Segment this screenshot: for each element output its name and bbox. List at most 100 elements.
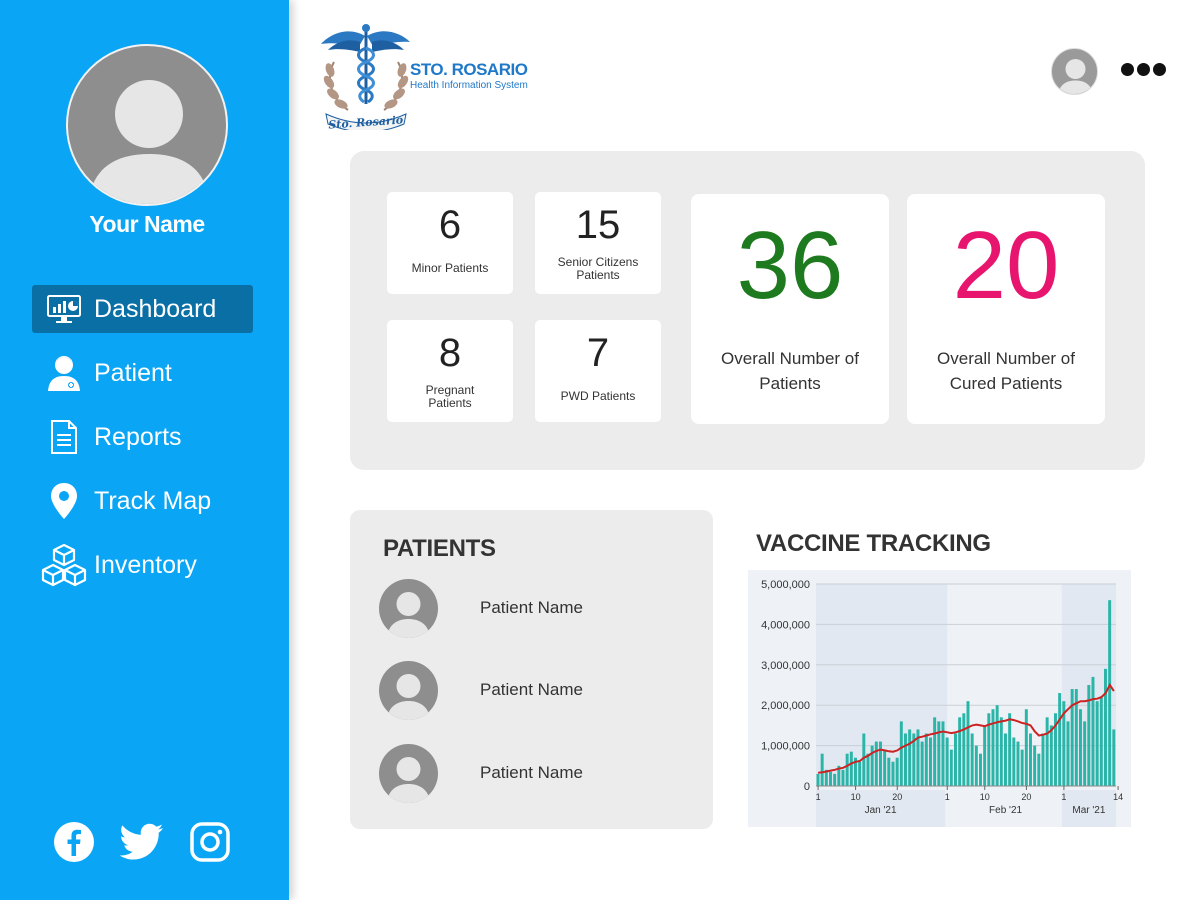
sidebar-item-label: Inventory — [94, 550, 197, 579]
facebook-icon[interactable] — [52, 820, 96, 864]
patient-name: Patient Name — [480, 598, 583, 617]
stat-label-line: Patients — [428, 396, 472, 410]
vaccine-bar — [1099, 697, 1103, 786]
y-tick-label: 5,000,000 — [761, 579, 810, 591]
stat-card-pwd[interactable]: 7 PWD Patients — [535, 320, 661, 422]
vaccine-bar — [1041, 733, 1045, 786]
vaccine-bar — [829, 771, 832, 786]
vaccine-bar — [1037, 753, 1041, 786]
sidebar-item-dashboard[interactable]: Dashboard — [32, 285, 253, 333]
stat-label-line: Patients — [759, 374, 821, 393]
sidebar-item-label: Dashboard — [94, 294, 217, 323]
sidebar-item-inventory[interactable]: Inventory — [32, 541, 253, 589]
overall-patients-label: Overall Number of Patients — [691, 346, 889, 396]
stat-label-line: Overall Number of — [937, 349, 1075, 368]
vaccine-bar — [866, 753, 870, 786]
vaccine-bar — [849, 751, 853, 786]
vaccine-bar — [820, 753, 824, 786]
vaccine-bar — [970, 733, 974, 786]
instagram-icon[interactable] — [188, 820, 232, 864]
patient-list-item[interactable]: Patient Name — [379, 579, 699, 639]
month-label: Jan '21 — [865, 805, 897, 816]
stat-label: PWD Patients — [560, 389, 636, 403]
more-options-button[interactable] — [1121, 63, 1169, 81]
vaccine-bar — [1020, 749, 1024, 786]
patient-icon — [40, 349, 88, 397]
vaccine-bar — [991, 709, 995, 786]
stat-label: Senior Citizens Patients — [535, 256, 661, 282]
stat-value: 8 — [438, 331, 462, 375]
overall-patients-value: 36 — [736, 212, 844, 319]
vaccine-bar — [962, 713, 966, 786]
header-user-avatar[interactable] — [1051, 48, 1098, 95]
person-silhouette-icon — [88, 80, 210, 204]
vaccine-bar — [833, 773, 837, 786]
vaccine-bar — [1095, 701, 1099, 786]
stat-card-pregnant[interactable]: 8 Pregnant Patients — [387, 320, 513, 422]
document-icon — [40, 413, 88, 461]
twitter-icon[interactable] — [120, 820, 164, 864]
patient-avatar — [379, 744, 438, 803]
patient-list-item[interactable]: Patient Name — [379, 744, 699, 804]
profile-avatar[interactable] — [66, 44, 228, 206]
vaccine-bar — [1012, 737, 1016, 786]
vaccine-bar — [979, 753, 982, 786]
sidebar-item-patient[interactable]: Patient — [32, 349, 253, 397]
x-tick-label: 10 — [851, 792, 861, 802]
vaccine-chart: 0 1,000,000 2,000,000 3,000,000 4,000,000 5,0… — [748, 570, 1131, 827]
person-silhouette-icon — [387, 757, 430, 803]
vaccine-bar — [1066, 721, 1070, 786]
vaccine-bar — [1091, 676, 1095, 786]
vaccine-bar — [845, 753, 849, 786]
patient-name: Patient Name — [480, 763, 583, 782]
patients-panel: PATIENTS Patient Name Patient Name Patie… — [350, 510, 713, 829]
vaccine-bar — [1070, 689, 1074, 786]
vaccine-bar — [1049, 725, 1053, 786]
stat-label: Pregnant Patients — [387, 384, 513, 410]
vaccine-bar — [841, 769, 845, 786]
sidebar-item-track-map[interactable]: Track Map — [32, 477, 253, 525]
vaccine-bar — [1045, 717, 1049, 786]
vaccine-chart-svg: 0 1,000,000 2,000,000 3,000,000 4,000,000 5,0… — [761, 579, 1123, 827]
y-tick-label: 2,000,000 — [761, 700, 810, 712]
vaccine-bar — [1016, 741, 1020, 786]
dot-icon — [1153, 63, 1166, 76]
vaccine-bar — [924, 733, 928, 786]
stat-card-senior[interactable]: 15 Senior Citizens Patients — [535, 192, 661, 294]
x-tick-label: 1 — [945, 792, 950, 802]
vaccine-bar — [1058, 693, 1062, 786]
vaccine-bar — [954, 733, 957, 786]
vaccine-bar — [816, 773, 820, 786]
y-tick-label: 0 — [804, 781, 810, 793]
vaccine-bar — [1029, 733, 1032, 786]
stat-card-minor[interactable]: 6 Minor Patients — [387, 192, 513, 294]
vaccine-title: VACCINE TRACKING — [756, 530, 991, 557]
patient-list-item[interactable]: Patient Name — [379, 661, 699, 721]
stat-card-cured-patients[interactable]: 20 Overall Number of Cured Patients — [907, 194, 1105, 424]
vaccine-bar — [974, 745, 978, 786]
y-tick-label: 3,000,000 — [761, 660, 810, 672]
vaccine-bar — [908, 729, 912, 786]
vaccine-bar — [999, 717, 1003, 786]
vaccine-bar — [949, 749, 953, 786]
patient-avatar — [379, 579, 438, 638]
boxes-icon — [40, 541, 88, 589]
vaccine-bar — [1024, 709, 1028, 786]
sidebar-item-reports[interactable]: Reports — [32, 413, 253, 461]
patient-name: Patient Name — [480, 680, 583, 699]
vaccine-bar — [1083, 721, 1087, 786]
vaccine-bar — [1008, 713, 1012, 786]
sidebar-item-label: Track Map — [94, 486, 212, 515]
stat-value: 6 — [438, 203, 462, 247]
social-links — [52, 820, 232, 864]
vaccine-bar — [887, 757, 891, 786]
vaccine-bar — [1033, 745, 1037, 786]
vaccine-bar — [1108, 600, 1112, 786]
vaccine-bar — [904, 733, 907, 786]
sidebar-item-label: Patient — [94, 358, 172, 387]
sidebar-item-label: Reports — [94, 422, 182, 451]
user-name: Your Name — [89, 211, 205, 237]
logo-title: STO. ROSARIO — [410, 60, 528, 79]
sidebar: Your Name Dashboard Patient Reports Trac… — [0, 0, 289, 900]
stat-card-overall-patients[interactable]: 36 Overall Number of Patients — [691, 194, 889, 424]
